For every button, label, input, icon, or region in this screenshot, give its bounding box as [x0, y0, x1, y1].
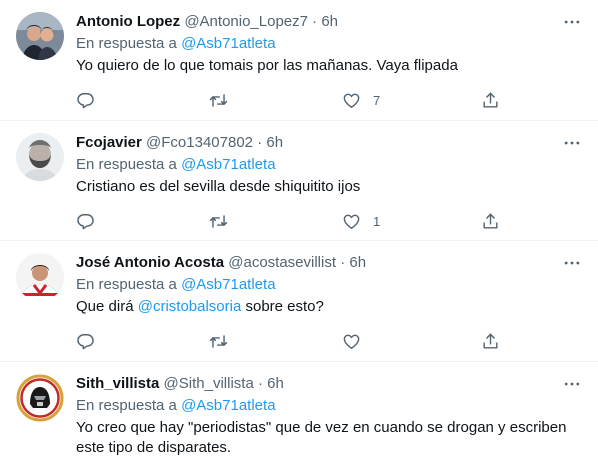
tweet[interactable]: Sith_villista @Sith_villista · 6h En res… — [0, 362, 598, 465]
tweet[interactable]: Fcojavier @Fco13407802 · 6h En respuesta… — [0, 121, 598, 241]
avatar[interactable] — [16, 133, 64, 181]
display-name[interactable]: José Antonio Acosta — [76, 254, 224, 271]
reply-prefix: En respuesta a — [76, 35, 177, 52]
share-icon — [481, 91, 500, 110]
share-button[interactable] — [481, 90, 500, 110]
share-button[interactable] — [481, 331, 500, 351]
tweet[interactable]: José Antonio Acosta @acostasevillist · 6… — [0, 241, 598, 362]
display-name[interactable]: Antonio Lopez — [76, 13, 180, 30]
tweet-header: Sith_villista @Sith_villista · 6h — [76, 374, 284, 394]
reply-handle-link[interactable]: @Asb71atleta — [181, 35, 275, 52]
reply-handle-link[interactable]: @Asb71atleta — [181, 397, 275, 414]
display-name[interactable]: Fcojavier — [76, 134, 142, 151]
like-icon — [342, 212, 361, 231]
tweet[interactable]: Antonio Lopez @Antonio_Lopez7 · 6h En re… — [0, 0, 598, 121]
tweet-header: Fcojavier @Fco13407802 · 6h — [76, 133, 283, 153]
tweet-text: Cristiano es del sevilla desde shiquitit… — [76, 178, 361, 195]
like-button[interactable]: 1 — [342, 211, 380, 231]
reply-context: En respuesta a @Asb71atleta — [76, 34, 276, 54]
reply-prefix: En respuesta a — [76, 276, 177, 293]
reply-prefix: En respuesta a — [76, 397, 177, 414]
reply-button[interactable] — [76, 211, 95, 231]
separator-dot: · — [340, 254, 346, 271]
more-icon[interactable] — [560, 131, 584, 155]
reply-context: En respuesta a @Asb71atleta — [76, 396, 276, 416]
separator-dot: · — [257, 375, 263, 392]
timestamp[interactable]: 6h — [267, 375, 284, 392]
timestamp[interactable]: 6h — [321, 13, 338, 30]
like-button[interactable] — [342, 331, 361, 351]
more-icon[interactable] — [560, 251, 584, 275]
retweet-button[interactable] — [209, 331, 228, 351]
timestamp[interactable]: 6h — [266, 134, 283, 151]
like-icon — [342, 91, 361, 110]
reply-icon — [76, 91, 95, 110]
separator-dot: · — [312, 13, 318, 30]
retweet-button[interactable] — [209, 211, 228, 231]
reply-button[interactable] — [76, 331, 95, 351]
mention-link[interactable]: @cristobalsoria — [138, 298, 242, 315]
tweet-text: Que dirá @cristobalsoria sobre esto? — [76, 297, 582, 317]
reply-icon — [76, 212, 95, 231]
retweet-icon — [209, 332, 228, 351]
more-icon[interactable] — [560, 372, 584, 396]
reply-context: En respuesta a @Asb71atleta — [76, 275, 276, 295]
timestamp[interactable]: 6h — [349, 254, 366, 271]
avatar[interactable] — [16, 253, 64, 301]
tweet-text: Yo creo que hay "periodistas" que de vez… — [76, 419, 567, 456]
reply-prefix: En respuesta a — [76, 156, 177, 173]
retweet-icon — [209, 212, 228, 231]
share-icon — [481, 332, 500, 351]
tweet-header: Antonio Lopez @Antonio_Lopez7 · 6h — [76, 12, 338, 32]
tweet-text: Yo quiero de lo que tomais por las mañan… — [76, 57, 458, 74]
tweet-header: José Antonio Acosta @acostasevillist · 6… — [76, 253, 366, 273]
action-bar: 1 — [76, 211, 516, 231]
separator-dot: · — [257, 134, 263, 151]
retweet-button[interactable] — [209, 90, 228, 110]
like-count: 1 — [373, 213, 381, 229]
action-bar — [76, 331, 516, 351]
tweet-text-before: Que dirá — [76, 298, 134, 315]
like-icon — [342, 332, 361, 351]
more-icon[interactable] — [560, 10, 584, 34]
avatar[interactable] — [16, 12, 64, 60]
user-handle[interactable]: @Fco13407802 — [146, 134, 253, 151]
like-button[interactable]: 7 — [342, 90, 380, 110]
reply-icon — [76, 332, 95, 351]
like-count: 7 — [373, 92, 381, 108]
share-icon — [481, 212, 500, 231]
user-handle[interactable]: @Sith_villista — [164, 375, 254, 392]
reply-handle-link[interactable]: @Asb71atleta — [181, 276, 275, 293]
user-handle[interactable]: @acostasevillist — [228, 254, 336, 271]
action-bar: 7 — [76, 90, 516, 110]
reply-button[interactable] — [76, 90, 95, 110]
retweet-icon — [209, 91, 228, 110]
reply-context: En respuesta a @Asb71atleta — [76, 155, 276, 175]
display-name[interactable]: Sith_villista — [76, 375, 159, 392]
tweet-text-after: sobre esto? — [245, 298, 324, 315]
reply-handle-link[interactable]: @Asb71atleta — [181, 156, 275, 173]
avatar[interactable] — [16, 374, 64, 422]
share-button[interactable] — [481, 211, 500, 231]
user-handle[interactable]: @Antonio_Lopez7 — [184, 13, 308, 30]
